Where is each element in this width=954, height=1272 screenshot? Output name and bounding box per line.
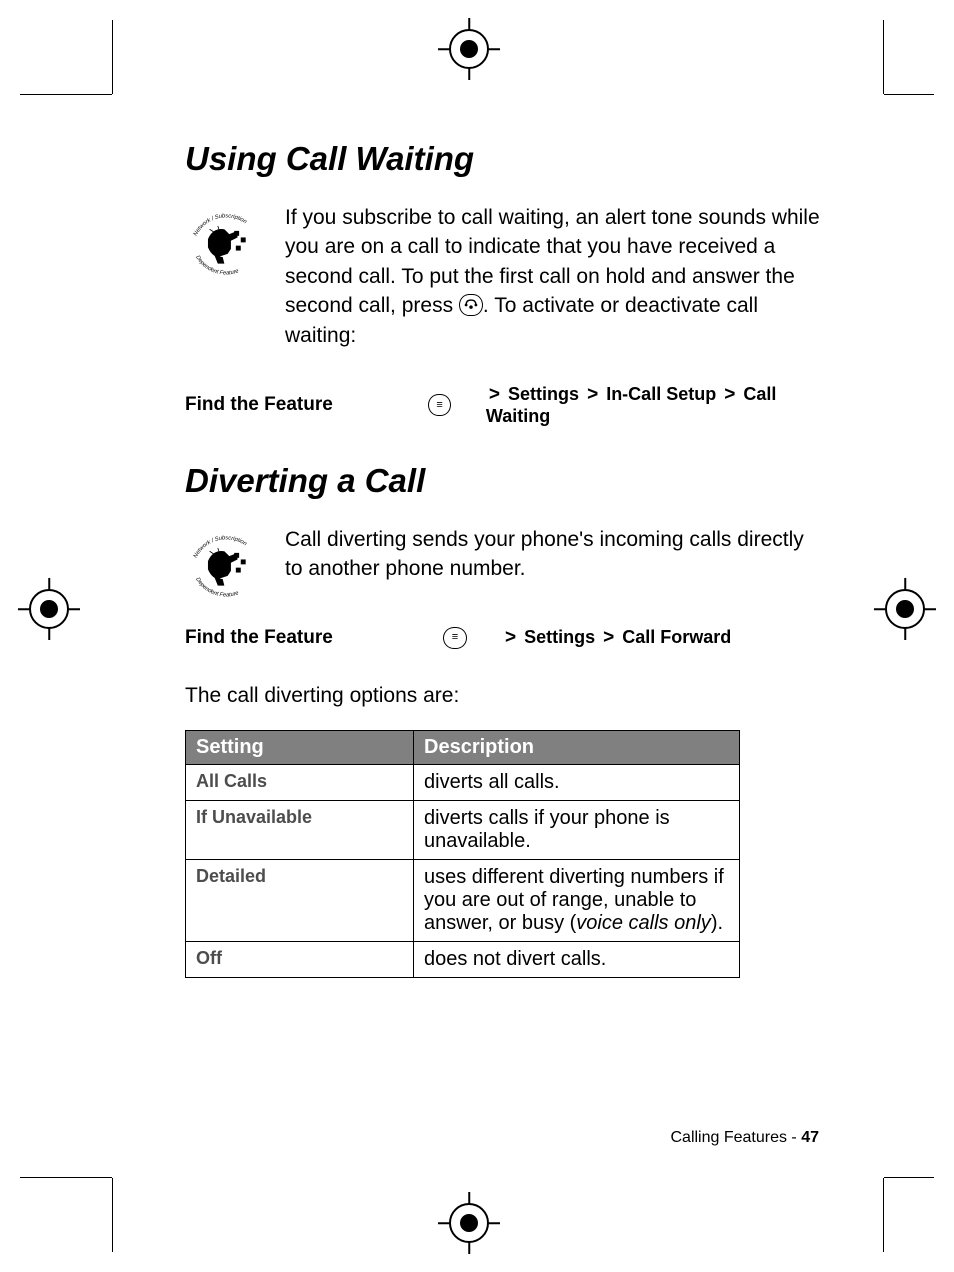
menu-key-icon: ≡: [443, 627, 467, 649]
registration-mark-icon: [450, 1204, 488, 1242]
crop-mark: [20, 94, 112, 95]
network-dependent-feature-icon: Network / Subscription Dependent Feature: [185, 525, 267, 607]
crop-mark: [884, 1177, 934, 1178]
table-row: All Calls diverts all calls.: [186, 764, 740, 800]
crop-mark: [20, 1177, 112, 1178]
crop-mark: [112, 1178, 113, 1252]
crop-mark: [883, 1178, 884, 1252]
menu-path-call-forward: > Settings > Call Forward: [502, 627, 731, 649]
divert-options-table: Setting Description All Calls diverts al…: [185, 730, 740, 978]
page-footer: Calling Features - 47: [670, 1129, 819, 1147]
divert-call-body: Call diverting sends your phone's incomi…: [285, 525, 825, 593]
heading-call-waiting: Using Call Waiting: [185, 140, 825, 178]
registration-mark-icon: [450, 30, 488, 68]
network-dependent-feature-icon: Network / Subscription Dependent Feature: [185, 203, 267, 285]
registration-mark-icon: [30, 590, 68, 628]
find-feature-label: Find the Feature: [185, 394, 428, 416]
heading-diverting-call: Diverting a Call: [185, 462, 825, 500]
table-row: Detailed uses different diverting number…: [186, 859, 740, 941]
table-row: Off does not divert calls.: [186, 941, 740, 977]
menu-path-call-waiting: > Settings > In-Call Setup > Call Waitin…: [486, 384, 825, 427]
registration-mark-icon: [886, 590, 924, 628]
table-intro-text: The call diverting options are:: [185, 684, 825, 708]
crop-mark: [883, 20, 884, 94]
menu-key-icon: ≡: [428, 394, 451, 416]
find-feature-label: Find the Feature: [185, 627, 443, 649]
call-key-icon: [459, 294, 483, 316]
table-header-description: Description: [414, 730, 740, 764]
crop-mark: [112, 20, 113, 94]
call-waiting-body: If you subscribe to call waiting, an ale…: [285, 203, 825, 350]
crop-mark: [884, 94, 934, 95]
table-row: If Unavailable diverts calls if your pho…: [186, 800, 740, 859]
table-header-setting: Setting: [186, 730, 414, 764]
